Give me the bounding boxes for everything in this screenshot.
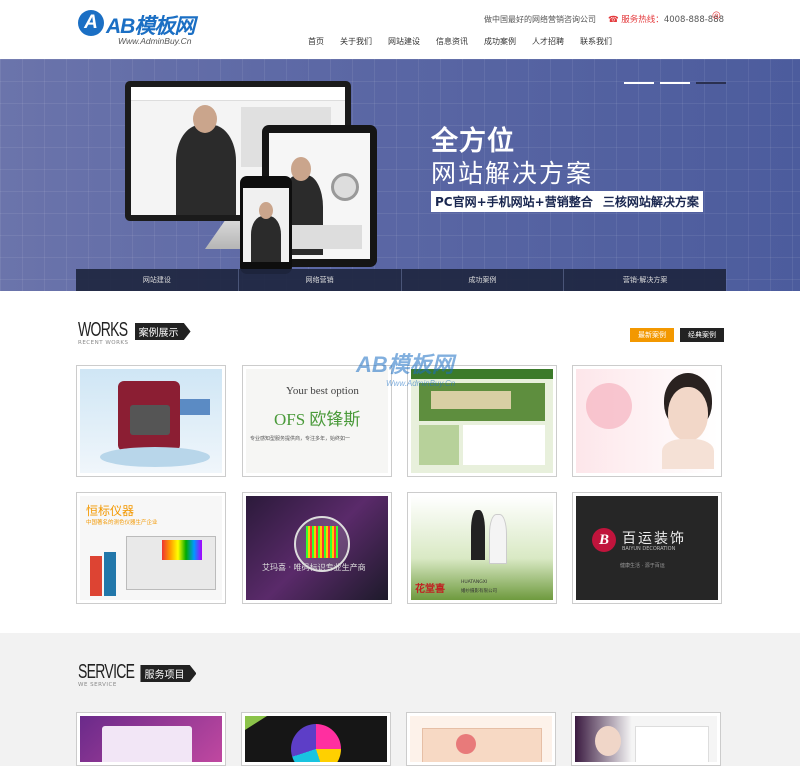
work-item-beauty[interactable] bbox=[572, 365, 722, 477]
banner-headline: 全方位 bbox=[431, 126, 515, 157]
nav-news[interactable]: 信息资讯 bbox=[428, 36, 476, 48]
hotline-label: 服务热线： bbox=[621, 15, 664, 25]
phone-icon: ☎ bbox=[608, 15, 619, 25]
nav-contact[interactable]: 联系我们 bbox=[572, 36, 620, 48]
slide-dot-3[interactable] bbox=[696, 82, 726, 84]
service-item-3[interactable] bbox=[406, 712, 556, 766]
slide-dot-2[interactable] bbox=[660, 82, 690, 84]
work-item-baiyun[interactable]: B 百运装饰 BAIYUN DECORATION 健康生活 · 源于百运 bbox=[572, 492, 722, 604]
wedding-subtitle: 婚纱摄影有限公司 bbox=[461, 589, 497, 594]
site-header: A AB模板网 Www.AdminBuy.Cn 做中国最好的网络营销咨询公司 ☎… bbox=[0, 0, 800, 60]
works-section-header: WORKS 案例展示 RECENT WORKS bbox=[78, 319, 191, 346]
watermark-url: Www.AdminBuy.Cn bbox=[386, 379, 456, 388]
nav-jobs[interactable]: 人才招聘 bbox=[524, 36, 572, 48]
tab-classic-cases[interactable]: 经典案例 bbox=[680, 328, 724, 342]
watermark: AB模板网 Www.AdminBuy.Cn bbox=[356, 347, 455, 388]
nav-home[interactable]: 首页 bbox=[300, 36, 332, 48]
site-logo[interactable]: A AB模板网 Www.AdminBuy.Cn bbox=[78, 8, 228, 48]
banner-tab-web[interactable]: 网站建设 bbox=[76, 269, 239, 291]
service-item-4[interactable] bbox=[571, 712, 721, 766]
wedding-brand: 花堂喜 bbox=[415, 584, 445, 595]
service-item-1[interactable] bbox=[76, 712, 226, 766]
banner-tab-marketing[interactable]: 网络营销 bbox=[239, 269, 402, 291]
baiyun-slogan: 健康生活 · 源于百运 bbox=[620, 563, 665, 569]
banner-tagline: PC官网+手机网站+营销整合 三核网站解决方案 bbox=[431, 191, 703, 212]
instrument-slogan: 中国著名的测色仪器生产企业 bbox=[86, 520, 158, 526]
wedding-brand-en: HUATANGXI bbox=[461, 580, 488, 585]
ofs-tagline: Your best option bbox=[286, 385, 359, 397]
nav-about[interactable]: 关于我们 bbox=[332, 36, 380, 48]
phone-device-image bbox=[240, 176, 292, 274]
nav-cases[interactable]: 成功案例 bbox=[476, 36, 524, 48]
watermark-logo: AB模板网 bbox=[356, 352, 454, 377]
banner-tab-solutions[interactable]: 营销-解决方案 bbox=[564, 269, 726, 291]
banner-tabs: 网站建设 网络营销 成功案例 营销-解决方案 bbox=[76, 269, 726, 291]
ofs-description: 专业感知型服务提供商，专注多年，始终如一 bbox=[250, 436, 351, 442]
works-tabs: 最新案例 经典案例 bbox=[630, 328, 724, 342]
logo-mark-icon: A bbox=[78, 10, 104, 36]
banner-grid-background bbox=[0, 59, 800, 291]
tab-latest-cases[interactable]: 最新案例 bbox=[630, 328, 674, 342]
hero-banner[interactable]: 全方位 网站解决方案 PC官网+手机网站+营销整合 三核网站解决方案 网站建设 … bbox=[0, 59, 800, 291]
service-item-2[interactable] bbox=[241, 712, 391, 766]
aimaxi-caption: 艾玛喜 · 唯码标识专业生产商 bbox=[262, 563, 366, 572]
works-title-cn: 案例展示 bbox=[134, 323, 191, 340]
tagline-part-b: 三核网站解决方案 bbox=[602, 195, 699, 209]
works-title-en: WORKS bbox=[78, 319, 128, 341]
baiyun-logo-icon: B bbox=[592, 528, 616, 552]
nav-web-build[interactable]: 网站建设 bbox=[380, 36, 428, 48]
instrument-brand: 恒标仪器 bbox=[86, 504, 135, 518]
ofs-logo-text: OFS 欧锋斯 bbox=[274, 410, 361, 429]
baiyun-brand: 百运装饰 bbox=[622, 531, 686, 547]
tagline-part-a: PC官网+手机网站+营销整合 bbox=[435, 195, 593, 209]
work-item-instrument[interactable]: 恒标仪器 中国著名的测色仪器生产企业 bbox=[76, 492, 226, 604]
work-item-aimaxi[interactable]: 艾玛喜 · 唯码标识专业生产商 bbox=[242, 492, 392, 604]
work-item-printer[interactable] bbox=[76, 365, 226, 477]
service-title-en: SERVICE bbox=[78, 661, 135, 683]
weibo-icon[interactable]: ◎ bbox=[712, 10, 721, 21]
hotline: ☎ 服务热线：4008-888-888 bbox=[608, 13, 724, 25]
main-nav: 首页 关于我们 网站建设 信息资讯 成功案例 人才招聘 联系我们 bbox=[300, 36, 620, 48]
slide-dot-1[interactable] bbox=[624, 82, 654, 84]
slide-indicators bbox=[624, 82, 726, 84]
baiyun-brand-en: BAIYUN DECORATION bbox=[622, 546, 676, 552]
header-slogan: 做中国最好的网络营销咨询公司 bbox=[484, 15, 596, 24]
banner-subheadline: 网站解决方案 bbox=[431, 159, 594, 188]
service-section-header: SERVICE 服务项目 WE SERVICE bbox=[78, 661, 197, 688]
work-item-wedding[interactable]: 花堂喜 HUATANGXI 婚纱摄影有限公司 bbox=[407, 492, 557, 604]
logo-url: Www.AdminBuy.Cn bbox=[118, 36, 192, 46]
service-title-cn: 服务项目 bbox=[140, 665, 197, 682]
banner-tab-cases[interactable]: 成功案例 bbox=[402, 269, 565, 291]
